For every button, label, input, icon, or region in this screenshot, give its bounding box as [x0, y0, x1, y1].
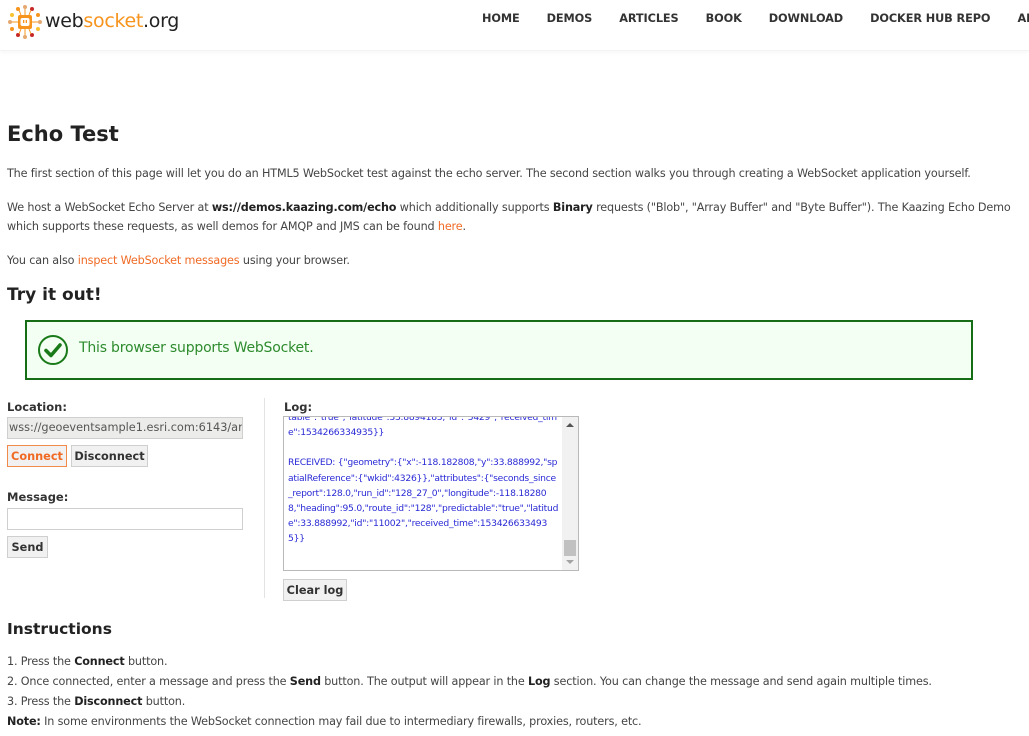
site-header: websocket.org HOME DEMOS ARTICLES BOOK D…: [0, 0, 1029, 51]
column-divider: [264, 398, 265, 598]
logo-text-socket: socket: [83, 10, 144, 32]
scroll-thumb[interactable]: [564, 540, 576, 556]
log-label: Log:: [284, 400, 313, 414]
host-text: .: [462, 220, 467, 233]
instruction-step-1: 1. Press the Connect button.: [7, 655, 168, 668]
connect-button[interactable]: Connect: [7, 445, 67, 467]
send-button[interactable]: Send: [7, 536, 48, 558]
location-label: Location:: [7, 400, 67, 414]
host-text: which supports these requests, as well d…: [7, 220, 438, 233]
main-nav: HOME DEMOS ARTICLES BOOK DOWNLOAD DOCKER…: [482, 12, 1029, 25]
step-bold: Disconnect: [74, 695, 143, 708]
instruction-step-2: 2. Once connected, enter a message and p…: [7, 675, 932, 688]
nav-about[interactable]: ABOUT: [1017, 12, 1029, 25]
host-paragraph-line2: which supports these requests, as well d…: [7, 217, 466, 237]
intro-text: The first section of this page will let …: [7, 167, 971, 180]
log-output[interactable]: table":"true","latitude":33.8894183,"id"…: [283, 416, 579, 571]
inspect-text: You can also: [7, 254, 78, 267]
step-bold: Connect: [74, 655, 125, 668]
location-input[interactable]: wss://geoeventsample1.esri.com:6143/arcg…: [7, 417, 243, 439]
nav-book[interactable]: BOOK: [706, 12, 742, 25]
step-text: 2. Once connected, enter a message and p…: [7, 675, 290, 688]
step-bold: Log: [528, 675, 551, 688]
try-it-out-heading: Try it out!: [7, 285, 102, 305]
support-message: This browser supports WebSocket.: [79, 340, 314, 356]
check-circle-icon: [38, 335, 68, 365]
nav-download[interactable]: DOWNLOAD: [769, 12, 843, 25]
logo-text: websocket.org: [45, 10, 179, 32]
host-text: We host a WebSocket Echo Server at: [7, 201, 212, 214]
scroll-down-arrow-icon[interactable]: [566, 560, 574, 564]
inspect-paragraph: You can also inspect WebSocket messages …: [7, 251, 350, 271]
note-text: In some environments the WebSocket conne…: [40, 715, 642, 728]
note-bold: Note:: [7, 715, 41, 728]
nav-demos[interactable]: DEMOS: [547, 12, 593, 25]
clear-log-button[interactable]: Clear log: [283, 579, 347, 601]
page-title: Echo Test: [7, 122, 119, 146]
step-text: button.: [124, 655, 168, 668]
inspect-text: using your browser.: [239, 254, 350, 267]
host-paragraph-line1: We host a WebSocket Echo Server at ws://…: [7, 198, 1011, 218]
step-bold: Send: [289, 675, 321, 688]
nav-home[interactable]: HOME: [482, 12, 520, 25]
step-text: 1. Press the: [7, 655, 75, 668]
nav-articles[interactable]: ARTICLES: [619, 12, 678, 25]
inspect-websocket-messages-link[interactable]: inspect WebSocket messages: [78, 254, 240, 267]
step-text: 3. Press the: [7, 695, 75, 708]
instruction-step-3: 3. Press the Disconnect button.: [7, 695, 185, 708]
websocket-support-banner: This browser supports WebSocket.: [25, 320, 973, 380]
host-text: requests ("Blob", "Array Buffer" and "By…: [592, 201, 1011, 214]
log-content: table":"true","latitude":33.8894183,"id"…: [288, 416, 560, 562]
message-label: Message:: [7, 490, 69, 504]
binary-label: Binary: [552, 201, 593, 214]
here-link[interactable]: here: [438, 220, 463, 233]
logo-text-web: web: [45, 10, 84, 32]
site-logo[interactable]: websocket.org: [7, 4, 179, 40]
message-input[interactable]: [7, 508, 243, 530]
step-text: button.: [142, 695, 186, 708]
host-text: which additionally supports: [396, 201, 553, 214]
disconnect-button[interactable]: Disconnect: [71, 445, 148, 467]
instruction-note: Note: In some environments the WebSocket…: [7, 715, 642, 728]
echo-server-url: ws://demos.kaazing.com/echo: [211, 201, 397, 214]
instructions-heading: Instructions: [7, 620, 112, 638]
log-entry: table":"true","latitude":33.8894183,"id"…: [288, 416, 557, 439]
step-text: button. The output will appear in the: [320, 675, 529, 688]
logo-text-org: .org: [143, 10, 180, 32]
websocket-logo-icon: [8, 5, 42, 39]
log-entry: RECEIVED: {"geometry":{"x":-118.182808,"…: [288, 457, 559, 545]
step-text: section. You can change the message and …: [550, 675, 932, 688]
log-scrollbar[interactable]: [562, 417, 578, 570]
nav-docker-hub-repo[interactable]: DOCKER HUB REPO: [870, 12, 990, 25]
scroll-up-arrow-icon[interactable]: [566, 423, 574, 427]
